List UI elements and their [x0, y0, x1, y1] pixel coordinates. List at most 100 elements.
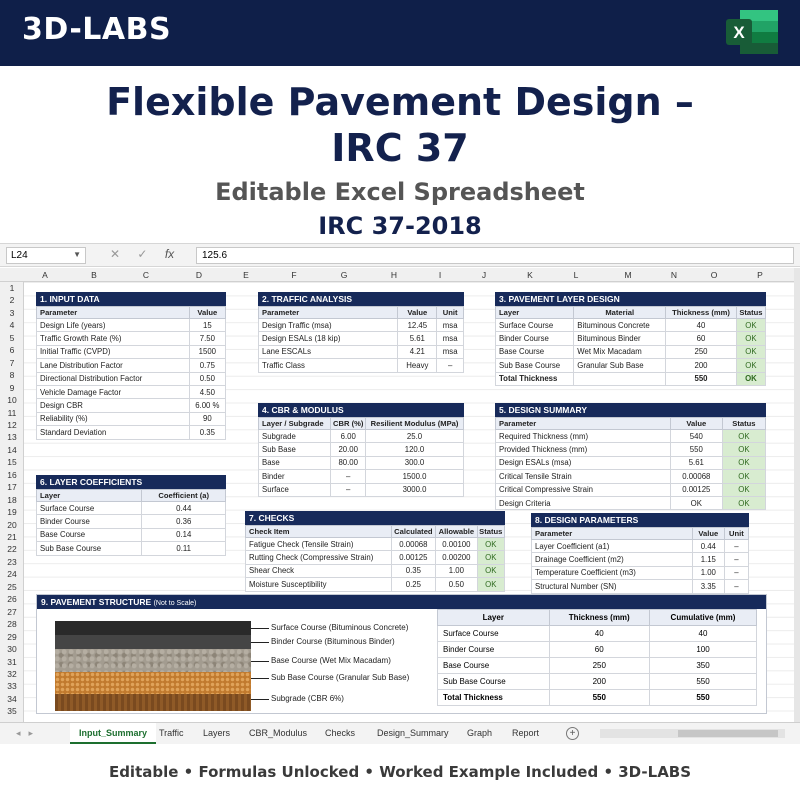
status-badge[interactable]: OK	[476, 550, 506, 565]
row-header[interactable]: 29	[0, 632, 24, 642]
status-badge[interactable]: OK	[721, 495, 767, 511]
design-parameters-table: Parameter Value Unit Layer Coefficient (a1…	[531, 527, 750, 594]
status-badge[interactable]: OK	[476, 577, 506, 592]
column-header[interactable]: C	[143, 270, 149, 280]
status-badge[interactable]: OK	[476, 563, 506, 579]
row-header[interactable]: 10	[0, 395, 24, 405]
layer-coefficients-block: 6. LAYER COEFFICIENTS Layer Coefficient (…	[35, 475, 226, 556]
status-badge[interactable]: OK	[721, 455, 767, 471]
row-header[interactable]: 25	[0, 582, 24, 592]
row-header[interactable]: 21	[0, 532, 24, 542]
column-heading: Value	[669, 417, 723, 430]
tab-traffic[interactable]: Traffic	[150, 723, 193, 744]
row-header[interactable]: 24	[0, 569, 24, 579]
status-badge[interactable]: OK	[721, 469, 767, 484]
top-banner: 3D-LABS X	[0, 0, 800, 66]
column-header[interactable]: D	[196, 270, 202, 280]
row-header[interactable]: 17	[0, 482, 24, 492]
table-row: Critical Tensile Strain 0.00068 OK	[495, 469, 767, 484]
row-header[interactable]: 9	[0, 383, 24, 393]
horizontal-scrollbar[interactable]	[600, 729, 785, 738]
row-header[interactable]: 34	[0, 694, 24, 704]
column-header[interactable]: N	[671, 270, 677, 280]
row-header[interactable]: 14	[0, 445, 24, 455]
status-badge[interactable]: OK	[476, 536, 506, 552]
row-header[interactable]: 11	[0, 408, 24, 418]
status-badge[interactable]: OK	[735, 331, 767, 346]
tab-cbr-modulus[interactable]: CBR_Modulus	[240, 723, 316, 744]
table-row: Design ESALs (msa) 5.61 OK	[495, 455, 767, 471]
column-header[interactable]: J	[482, 270, 486, 280]
status-badge[interactable]: OK	[735, 371, 767, 386]
table-row: Sub Base Course 0.11	[35, 541, 226, 556]
column-header[interactable]: M	[624, 270, 631, 280]
tab-design-summary[interactable]: Design_Summary	[368, 723, 458, 744]
row-header[interactable]: 2	[0, 295, 24, 305]
sheet-tab-bar: ◂▸ Input_Summary Traffic Layers CBR_Modu…	[0, 722, 800, 744]
cancel-icon[interactable]: ✕	[110, 247, 120, 261]
row-header[interactable]: 19	[0, 507, 24, 517]
total-row: Total Thickness 550 OK	[494, 371, 767, 386]
column-header[interactable]: K	[527, 270, 533, 280]
column-header[interactable]: F	[291, 270, 296, 280]
row-header[interactable]: 32	[0, 669, 24, 679]
row-header[interactable]: 8	[0, 370, 24, 380]
row-header[interactable]: 33	[0, 681, 24, 691]
status-badge[interactable]: OK	[721, 442, 767, 457]
row-header[interactable]: 15	[0, 457, 24, 467]
add-sheet-icon[interactable]: +	[566, 727, 579, 740]
row-header[interactable]: 20	[0, 520, 24, 530]
fx-icon[interactable]: fx	[165, 247, 174, 261]
row-header[interactable]: 31	[0, 657, 24, 667]
section-title: 7. CHECKS	[245, 511, 505, 525]
status-badge[interactable]: OK	[735, 344, 767, 360]
tab-report[interactable]: Report	[503, 723, 548, 744]
row-header[interactable]: 3	[0, 308, 24, 318]
formula-input[interactable]: 125.6	[196, 247, 794, 264]
column-header[interactable]: L	[574, 270, 579, 280]
tab-input-summary[interactable]: Input_Summary	[70, 723, 157, 744]
tab-scroll-arrows[interactable]: ◂▸	[16, 728, 41, 739]
scrollbar-thumb[interactable]	[678, 730, 778, 737]
row-header[interactable]: 30	[0, 644, 24, 654]
row-header[interactable]: 1	[0, 283, 24, 293]
tab-checks[interactable]: Checks	[316, 723, 364, 744]
row-header[interactable]: 16	[0, 470, 24, 480]
row-header[interactable]: 22	[0, 544, 24, 554]
column-header[interactable]: P	[757, 270, 763, 280]
tab-layers[interactable]: Layers	[194, 723, 239, 744]
subgrade-layer	[55, 694, 251, 711]
status-badge[interactable]: OK	[721, 428, 767, 444]
row-header[interactable]: 18	[0, 495, 24, 505]
row-header[interactable]: 12	[0, 420, 24, 430]
row-header[interactable]: 7	[0, 358, 24, 368]
chevron-down-icon: ▼	[73, 250, 81, 259]
row-header[interactable]: 35	[0, 706, 24, 716]
status-badge[interactable]: OK	[735, 358, 767, 373]
column-header[interactable]: B	[91, 270, 97, 280]
row-header[interactable]: 26	[0, 594, 24, 604]
table-row: Fatigue Check (Tensile Strain) 0.00068 0.0…	[245, 536, 506, 552]
row-header[interactable]: 6	[0, 345, 24, 355]
column-heading: Value	[691, 527, 725, 540]
column-header[interactable]: E	[243, 270, 249, 280]
name-box[interactable]: L24 ▼	[6, 247, 86, 264]
row-header[interactable]: 23	[0, 557, 24, 567]
column-header[interactable]: I	[439, 270, 441, 280]
row-header[interactable]: 4	[0, 320, 24, 330]
column-header[interactable]: H	[391, 270, 397, 280]
check-icon[interactable]: ✓	[137, 247, 147, 261]
vertical-scrollbar[interactable]	[794, 268, 800, 722]
table-row: Binder Course 60 100	[437, 641, 757, 658]
row-header[interactable]: 13	[0, 432, 24, 442]
table-row: Surface Course 0.44	[35, 500, 226, 516]
status-badge[interactable]: OK	[721, 482, 767, 497]
status-badge[interactable]: OK	[735, 317, 767, 333]
row-header[interactable]: 28	[0, 619, 24, 629]
row-header[interactable]: 27	[0, 607, 24, 617]
column-header[interactable]: O	[711, 270, 718, 280]
row-header[interactable]: 5	[0, 333, 24, 343]
column-header[interactable]: G	[341, 270, 348, 280]
column-header[interactable]: A	[42, 270, 48, 280]
tab-graph[interactable]: Graph	[458, 723, 501, 744]
